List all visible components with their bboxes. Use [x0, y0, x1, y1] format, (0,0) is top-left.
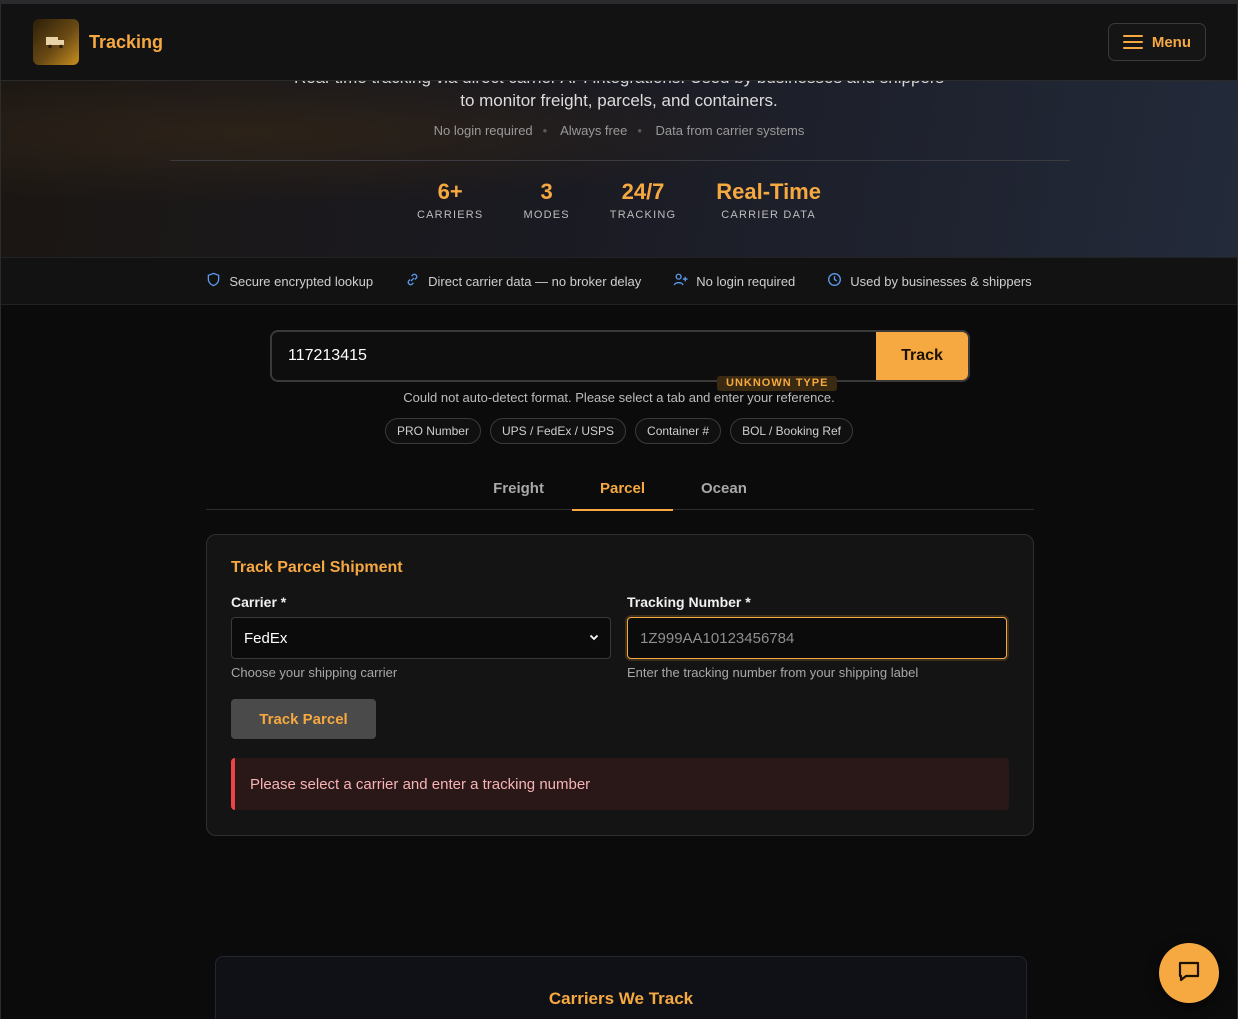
- truck-logo-icon: [33, 19, 79, 65]
- stat-label: CARRIER DATA: [721, 209, 816, 221]
- hero-description-line1: Real-time tracking via direct carrier AP…: [1, 81, 1237, 89]
- hero-tags: No login required • Always free • Data fro…: [433, 123, 805, 138]
- carriers-section: Carriers We Track: [215, 956, 1027, 1019]
- tracking-label: Tracking Number *: [627, 594, 751, 610]
- tracking-field: Tracking Number * Enter the tracking num…: [627, 594, 1007, 680]
- tab-parcel[interactable]: Parcel: [571, 467, 674, 511]
- error-alert: Please select a carrier and enter a trac…: [231, 758, 1009, 810]
- stat-label: MODES: [523, 209, 570, 221]
- stat-label: CARRIERS: [417, 209, 484, 221]
- stat-value: 24/7: [621, 179, 665, 204]
- chip-container[interactable]: Container #: [635, 418, 722, 444]
- card-title: Track Parcel Shipment: [231, 559, 403, 576]
- stat-carrier-data: Real-Time CARRIER DATA: [696, 179, 841, 221]
- chip-pro-number[interactable]: PRO Number: [384, 418, 481, 444]
- track-button[interactable]: Track: [876, 332, 968, 380]
- stat-modes: 3 MODES: [503, 179, 589, 221]
- app-window: Tracking Menu Real-time tracking via dir…: [0, 0, 1238, 1019]
- brand[interactable]: Tracking: [33, 19, 163, 65]
- carrier-value: FedEx: [244, 629, 288, 647]
- carrier-field: Carrier * FedEx Choose your shipping car…: [231, 594, 611, 680]
- mode-tabs: Freight Parcel Ocean: [206, 467, 1034, 511]
- type-badge: UNKNOWN TYPE: [717, 376, 838, 391]
- trust-label: Secure encrypted lookup: [229, 273, 374, 289]
- chevron-down-icon: [588, 630, 600, 647]
- detect-hint: Could not auto-detect format. Please sel…: [403, 390, 835, 405]
- hero-tag: Always free: [560, 123, 628, 138]
- carrier-help: Choose your shipping carrier: [231, 665, 398, 680]
- trust-item-direct: Direct carrier data — no broker delay: [405, 272, 641, 290]
- hero-divider: [170, 160, 1070, 161]
- hamburger-icon: [1122, 35, 1143, 49]
- hero-tag: Data from carrier systems: [655, 123, 805, 138]
- tracking-help: Enter the tracking number from your ship…: [627, 665, 919, 680]
- stats-row: 6+ CARRIERS 3 MODES 24/7 TRACKING Real-T…: [1, 179, 1237, 221]
- trust-item-businesses: Used by businesses & shippers: [827, 272, 1032, 290]
- trust-label: Used by businesses & shippers: [850, 273, 1032, 289]
- tab-freight[interactable]: Freight: [465, 467, 572, 510]
- tab-ocean[interactable]: Ocean: [673, 467, 775, 510]
- chat-button[interactable]: [1159, 943, 1219, 1003]
- tracking-number-input[interactable]: [627, 617, 1007, 659]
- trust-label: No login required: [696, 273, 796, 289]
- stat-label: TRACKING: [609, 209, 677, 221]
- trust-item-no-login: No login required: [673, 272, 795, 290]
- chip-bol-booking[interactable]: BOL / Booking Ref: [730, 418, 854, 444]
- stat-value: 6+: [437, 179, 463, 204]
- stat-value: Real-Time: [716, 179, 821, 204]
- search-bar: Track: [270, 330, 970, 382]
- shield-icon: [206, 272, 221, 290]
- stat-carriers: 6+ CARRIERS: [397, 179, 503, 221]
- carrier-label: Carrier *: [231, 594, 287, 610]
- hero-tag: No login required: [433, 123, 533, 138]
- track-parcel-button[interactable]: Track Parcel: [231, 699, 376, 739]
- menu-button[interactable]: Menu: [1107, 23, 1206, 61]
- site-header: Tracking Menu: [1, 4, 1237, 81]
- carrier-select[interactable]: FedEx: [231, 617, 611, 659]
- chat-bubble-icon: [1176, 958, 1202, 989]
- trust-bar: Secure encrypted lookup Direct carrier d…: [1, 257, 1237, 305]
- form-fields: Carrier * FedEx Choose your shipping car…: [231, 594, 1009, 680]
- chip-ups-fedex-usps[interactable]: UPS / FedEx / USPS: [489, 418, 627, 444]
- link-icon: [405, 272, 420, 290]
- format-chips: PRO Number UPS / FedEx / USPS Container …: [1, 418, 1237, 444]
- parcel-form-card: Track Parcel Shipment Carrier * FedEx Ch…: [206, 534, 1034, 836]
- stat-value: 3: [540, 179, 553, 204]
- stat-tracking: 24/7 TRACKING: [590, 179, 696, 221]
- hero-section: Real-time tracking via direct carrier AP…: [1, 81, 1237, 257]
- search-input[interactable]: [272, 332, 876, 380]
- trust-item-secure: Secure encrypted lookup: [206, 272, 373, 290]
- hero-description-line2: to monitor freight, parcels, and contain…: [460, 91, 778, 110]
- carriers-title: Carriers We Track: [548, 989, 694, 1008]
- menu-label: Menu: [1151, 33, 1191, 51]
- user-plus-icon: [673, 272, 688, 290]
- trust-label: Direct carrier data — no broker delay: [428, 273, 642, 289]
- clock-icon: [827, 272, 842, 290]
- brand-name: Tracking: [89, 31, 164, 52]
